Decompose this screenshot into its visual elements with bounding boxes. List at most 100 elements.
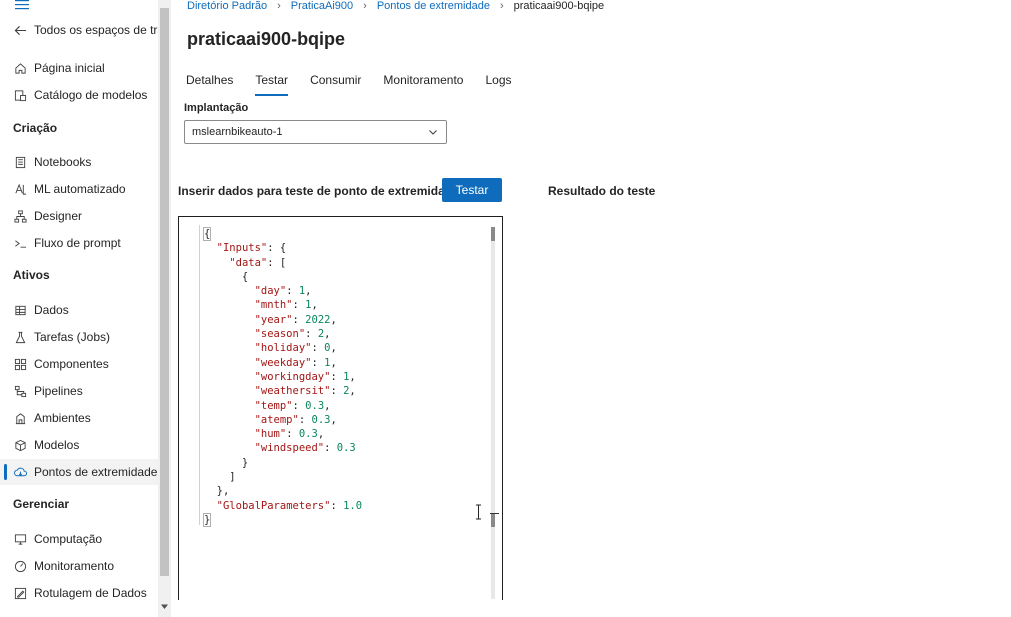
back-label: Todos os espaços de traba — [34, 23, 158, 37]
left-navigation: Todos os espaços de traba Página inicial… — [0, 0, 171, 617]
breadcrumb-separator-icon: › — [499, 0, 504, 12]
sidebar-item-models[interactable]: Modelos — [0, 432, 158, 458]
sidebar-item-home[interactable]: Página inicial — [0, 55, 158, 81]
editor-scrollbar[interactable] — [490, 227, 499, 599]
code-key: "hum" — [254, 428, 287, 441]
code-key: "windspeed" — [254, 442, 325, 455]
tab-consume[interactable]: Consumir — [310, 72, 361, 96]
section-title-assets: Ativos — [13, 268, 50, 282]
breadcrumb: Diretório Padrão › PraticaAi900 › Pontos… — [187, 0, 604, 12]
code-key: "GlobalParameters" — [216, 499, 331, 512]
sidebar-item-label: Tarefas (Jobs) — [34, 330, 111, 344]
breadcrumb-current: praticaai900-bqipe — [513, 0, 605, 12]
sidebar-item-model-catalog[interactable]: Catálogo de modelos — [0, 82, 158, 108]
editor-indent-guide — [199, 225, 200, 525]
code-value: 0.3 — [336, 442, 356, 455]
code-value: 0.3 — [311, 413, 331, 426]
monitoring-icon — [13, 559, 27, 573]
editor-code[interactable]: { "Inputs": { "data": [ { "day": 1, "mnt… — [202, 227, 363, 527]
sidebar-item-label: Ambientes — [34, 411, 91, 425]
sidebar-item-jobs[interactable]: Tarefas (Jobs) — [0, 324, 158, 350]
breadcrumb-link-directory[interactable]: Diretório Padrão — [187, 0, 267, 12]
code-key: "Inputs" — [216, 242, 268, 255]
compute-icon — [13, 532, 27, 546]
sidebar-item-components[interactable]: Componentes — [0, 351, 158, 377]
sidebar-item-monitoring[interactable]: Monitoramento — [0, 553, 158, 579]
section-title-manage: Gerenciar — [13, 497, 70, 511]
editor-scrollbar-thumb[interactable] — [491, 227, 495, 241]
sidebar-item-label: ML automatizado — [34, 182, 126, 196]
sidebar-item-label: Pontos de extremidade — [34, 465, 158, 479]
pipelines-icon — [13, 384, 27, 398]
code-key: "day" — [254, 285, 287, 298]
code-value: 1.0 — [343, 499, 363, 512]
sidebar-item-label: Catálogo de modelos — [34, 88, 148, 102]
code-key: "data" — [229, 256, 268, 269]
sidebar-item-label: Rotulagem de Dados — [34, 586, 147, 600]
hamburger-menu-icon[interactable] — [15, 0, 29, 10]
sidebar-item-label: Modelos — [34, 438, 80, 452]
sidebar-item-label: Dados — [34, 303, 69, 317]
jobs-icon — [13, 330, 27, 344]
sidebar-item-label: Computação — [34, 532, 103, 546]
breadcrumb-link-endpoints[interactable]: Pontos de extremidade — [377, 0, 490, 12]
components-icon — [13, 357, 27, 371]
code-value: 0.3 — [298, 428, 318, 441]
sidebar-item-label: Fluxo de prompt — [34, 236, 121, 250]
prompt-flow-icon — [13, 236, 27, 250]
catalog-icon — [13, 88, 27, 102]
sidebar-item-pipelines[interactable]: Pipelines — [0, 378, 158, 404]
sidebar-item-environments[interactable]: Ambientes — [0, 405, 158, 431]
code-key: "mnth" — [254, 299, 293, 312]
endpoints-icon — [13, 465, 27, 479]
json-input-editor[interactable]: { "Inputs": { "data": [ { "day": 1, "mnt… — [178, 216, 503, 600]
section-title-creation: Criação — [13, 121, 58, 135]
scroll-down-arrow-icon[interactable] — [160, 602, 169, 611]
deployment-selected-value: mslearnbikeauto-1 — [192, 126, 283, 138]
code-value: 0.3 — [305, 399, 325, 412]
home-icon — [13, 61, 27, 75]
code-key: "season" — [254, 328, 306, 341]
back-all-workspaces[interactable]: Todos os espaços de traba — [0, 17, 158, 43]
tab-logs[interactable]: Logs — [485, 72, 511, 96]
deployment-label: Implantação — [184, 102, 249, 114]
sidebar-item-label: Pipelines — [34, 384, 83, 398]
sidebar-item-data[interactable]: Dados — [0, 297, 158, 323]
tab-details[interactable]: Detalhes — [186, 72, 233, 96]
sidebar-item-compute[interactable]: Computação — [0, 526, 158, 552]
nav-list: Todos os espaços de traba Página inicial… — [0, 0, 158, 617]
arrow-left-icon — [13, 23, 27, 37]
models-icon — [13, 438, 27, 452]
sidebar-item-automl[interactable]: ML automatizado — [0, 176, 158, 202]
sidebar-item-label: Monitoramento — [34, 559, 115, 573]
sidebar-item-prompt-flow[interactable]: Fluxo de prompt — [0, 230, 158, 256]
tab-test[interactable]: Testar — [255, 72, 288, 96]
breadcrumb-separator-icon: › — [363, 0, 367, 12]
deployment-dropdown[interactable]: mslearnbikeauto-1 — [184, 120, 447, 144]
tab-monitoring[interactable]: Monitoramento — [383, 72, 463, 96]
test-input-heading: Inserir dados para teste de ponto de ext… — [178, 184, 459, 198]
editor-cursor-line-marker — [490, 513, 499, 514]
test-button[interactable]: Testar — [442, 178, 502, 202]
sidebar-item-label: Notebooks — [34, 155, 92, 169]
page-title: praticaai900-bqipe — [187, 29, 346, 49]
sidebar-item-notebooks[interactable]: Notebooks — [0, 149, 158, 175]
notebook-icon — [13, 155, 27, 169]
sidebar-scrollbar[interactable] — [158, 0, 171, 617]
sidebar-item-data-labeling[interactable]: Rotulagem de Dados — [0, 580, 158, 606]
code-key: "year" — [254, 313, 293, 326]
code-key: "weekday" — [254, 356, 312, 369]
code-key: "workingday" — [254, 370, 331, 383]
data-icon — [13, 303, 27, 317]
sidebar-item-designer[interactable]: Designer — [0, 203, 158, 229]
sidebar-item-label: Componentes — [34, 357, 109, 371]
designer-icon — [13, 209, 27, 223]
code-open-brace: { — [202, 227, 212, 241]
sidebar-item-endpoints[interactable]: Pontos de extremidade — [0, 459, 158, 485]
breadcrumb-separator-icon: › — [277, 0, 281, 12]
code-close-brace: } — [202, 512, 212, 527]
breadcrumb-link-workspace[interactable]: PraticaAi900 — [291, 0, 353, 12]
sidebar-scrollbar-thumb[interactable] — [160, 8, 169, 576]
chevron-down-icon — [429, 130, 437, 135]
test-result-heading: Resultado do teste — [548, 184, 656, 198]
